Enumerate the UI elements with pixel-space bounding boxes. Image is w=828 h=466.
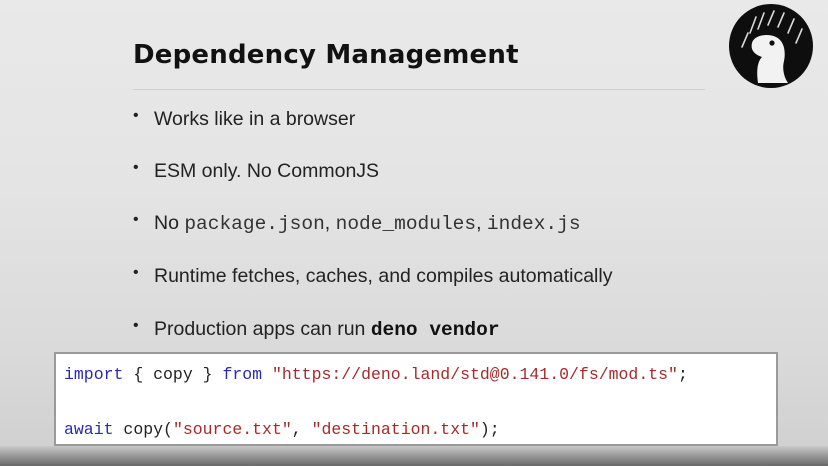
inline-code-deno-vendor: deno vendor (370, 319, 500, 341)
bullet-text: No package.json, node_modules, index.js (154, 212, 581, 235)
bottom-shadow (0, 446, 828, 466)
bullet-marker: • (133, 264, 139, 281)
title-divider (133, 89, 705, 90)
code-text: , (291, 420, 312, 439)
bullet-marker: • (133, 107, 139, 124)
string-destination: "destination.txt" (311, 420, 480, 439)
bullet-text: Works like in a browser (154, 108, 356, 130)
slide: Dependency Management • Works like in a … (0, 0, 828, 466)
bullet-marker: • (133, 317, 139, 334)
bullet-marker: • (133, 211, 139, 228)
separator: , (476, 212, 487, 234)
keyword-import: import (64, 365, 124, 384)
separator: , (324, 212, 336, 234)
code-block: import { copy } from "https://deno.land/… (54, 352, 778, 446)
bullet-text: Production apps can run deno vendor (154, 318, 500, 341)
inline-code-package-json: package.json (184, 213, 325, 235)
slide-title: Dependency Management (133, 40, 519, 70)
code-text: { copy } (123, 365, 223, 384)
bullet-marker: • (133, 159, 139, 176)
code-line-import: import { copy } from "https://deno.land/… (64, 365, 688, 384)
keyword-from: from (222, 365, 263, 384)
bullet-text-prefix: Production apps can run (154, 318, 371, 340)
deno-dinosaur-icon (729, 4, 813, 88)
code-line-await: await copy("source.txt", "destination.tx… (64, 420, 500, 439)
code-text: ); (479, 420, 500, 439)
inline-code-node-modules: node_modules (335, 213, 477, 235)
code-text: ; (677, 365, 688, 384)
inline-code-index-js: index.js (486, 213, 581, 235)
bullet-text-prefix: No (154, 212, 185, 234)
bullet-text: Runtime fetches, caches, and compiles au… (154, 265, 613, 287)
code-text: copy( (113, 420, 173, 439)
string-module-url: "https://deno.land/std@0.141.0/fs/mod.ts… (271, 365, 678, 384)
bullet-text: ESM only. No CommonJS (154, 160, 380, 182)
keyword-await: await (64, 420, 114, 439)
string-source: "source.txt" (172, 420, 292, 439)
